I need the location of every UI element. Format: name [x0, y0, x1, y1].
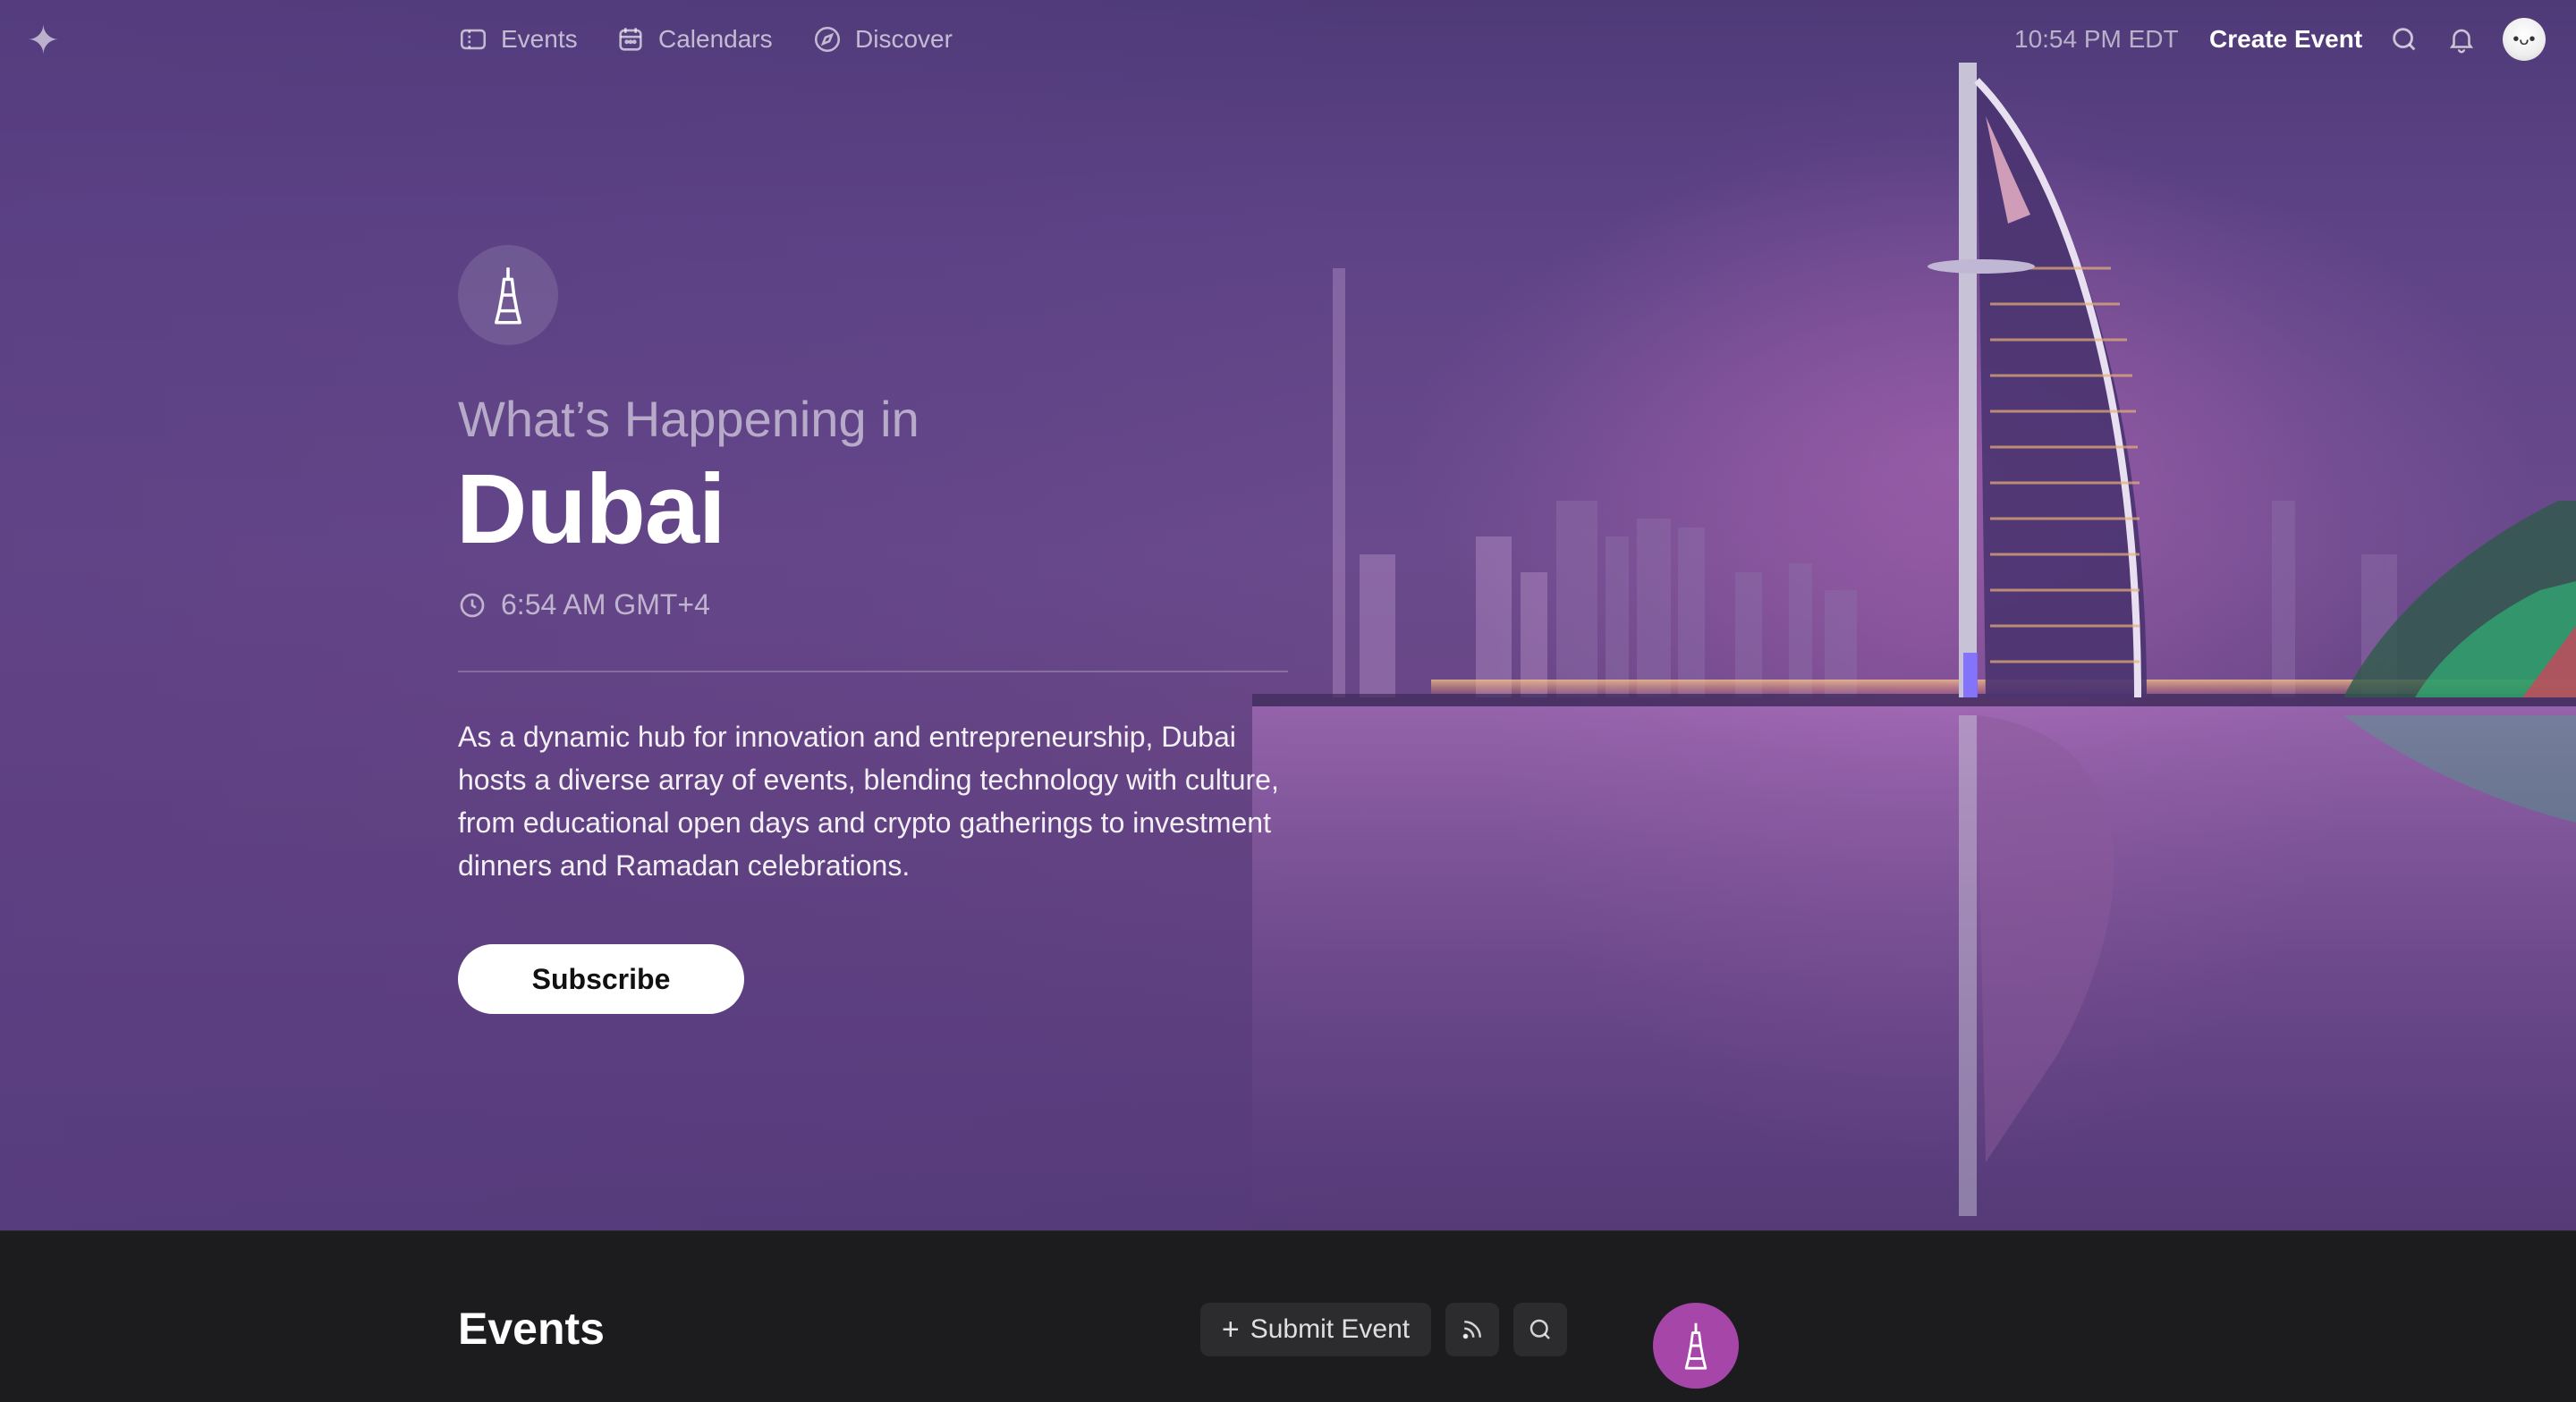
current-time: 10:54 PM EDT	[2014, 25, 2179, 53]
nav-discover-link[interactable]: Discover	[812, 21, 953, 57]
divider	[458, 671, 1288, 672]
events-section: Events + Submit Event	[0, 1230, 2576, 1402]
nav-events-link[interactable]: Events	[458, 21, 578, 57]
search-icon	[1530, 1319, 1550, 1339]
events-city-badge	[1653, 1303, 1739, 1389]
local-time-text: 6:54 AM GMT+4	[501, 588, 710, 621]
create-event-button[interactable]: Create Event	[2209, 21, 2362, 57]
city-badge	[458, 245, 558, 345]
nav-calendars-link[interactable]: Calendars	[615, 21, 773, 57]
nav-discover-label: Discover	[855, 25, 953, 53]
burj-khalifa-icon	[495, 267, 521, 325]
local-time: 6:54 AM GMT+4	[458, 588, 710, 621]
notifications-button[interactable]	[2444, 21, 2479, 57]
bell-icon	[2449, 29, 2474, 54]
city-description: As a dynamic hub for innovation and entr…	[458, 721, 1279, 882]
sparkle-icon[interactable]: ✦	[27, 21, 66, 61]
plus-icon: +	[1221, 1313, 1240, 1347]
rss-icon	[1462, 1321, 1481, 1339]
top-navigation: ✦ Events Calendars Discover 10:54 PM EDT…	[0, 0, 2576, 79]
subscribe-button[interactable]: Subscribe	[458, 944, 744, 1014]
submit-event-button[interactable]: + Submit Event	[1200, 1303, 1431, 1356]
calendar-icon	[619, 28, 642, 51]
page-title: Dubai	[456, 454, 726, 564]
burj-khalifa-icon	[1684, 1322, 1707, 1370]
avatar[interactable]: •ᴗ•	[2503, 18, 2546, 61]
search-icon	[2393, 28, 2416, 51]
clock-icon	[460, 593, 485, 617]
compass-icon	[814, 26, 841, 53]
hero-eyebrow: What’s Happening in	[458, 391, 919, 447]
search-button[interactable]	[2386, 21, 2422, 57]
nav-calendars-label: Calendars	[658, 25, 773, 53]
submit-event-label: Submit Event	[1250, 1314, 1411, 1344]
dubai-skyline-image	[1252, 63, 2576, 1230]
ticket-icon	[460, 29, 487, 50]
rss-button[interactable]	[1445, 1303, 1499, 1356]
events-title: Events	[458, 1304, 605, 1354]
city-hero	[0, 0, 2576, 1230]
events-search-button[interactable]	[1513, 1303, 1567, 1356]
nav-events-label: Events	[501, 25, 578, 53]
